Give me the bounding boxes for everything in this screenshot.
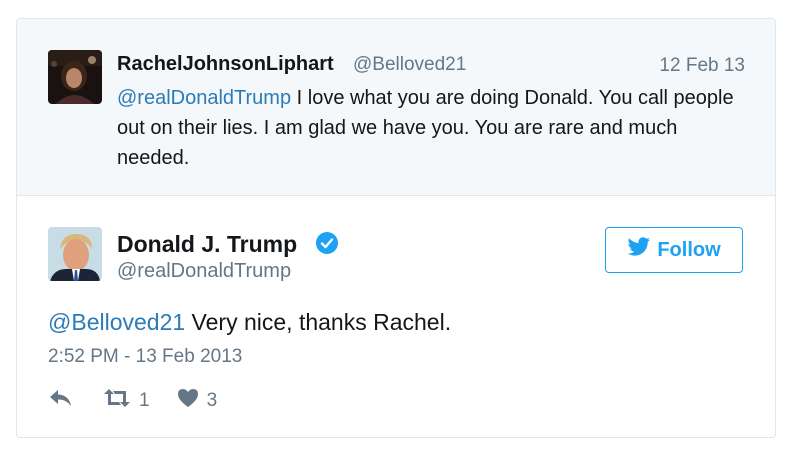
bird-icon (627, 237, 651, 263)
parent-tweet-date[interactable]: 12 Feb 13 (659, 55, 745, 77)
tweet-actions: 1 3 (48, 387, 217, 415)
tweet-timestamp[interactable]: 2:52 PM - 13 Feb 2013 (48, 346, 242, 368)
parent-tweet-text: @realDonaldTrump I love what you are doi… (117, 83, 747, 173)
heart-icon (176, 387, 200, 415)
author-handle[interactable]: @realDonaldTrump (117, 260, 291, 283)
retweet-count: 1 (139, 390, 150, 411)
parent-author-name[interactable]: RachelJohnsonLiphart (117, 53, 334, 76)
tweet-body: Very nice, thanks Rachel. (185, 309, 452, 335)
parent-tweet[interactable]: RachelJohnsonLiphart @Belloved21 12 Feb … (17, 19, 775, 196)
retweet-button[interactable]: 1 (102, 387, 150, 415)
parent-author-handle[interactable]: @Belloved21 (353, 54, 466, 76)
like-button[interactable]: 3 (176, 387, 218, 415)
reply-icon (48, 387, 74, 415)
tweet-text: @Belloved21 Very nice, thanks Rachel. (48, 309, 451, 336)
verified-badge-icon (315, 231, 339, 255)
parent-author-avatar[interactable] (48, 50, 102, 104)
reply-button[interactable] (48, 387, 74, 415)
like-count: 3 (206, 390, 218, 411)
mention-link[interactable]: @Belloved21 (48, 309, 185, 335)
follow-button-label: Follow (657, 238, 721, 261)
retweet-icon (102, 387, 132, 415)
follow-button[interactable]: Follow (605, 227, 743, 273)
author-name[interactable]: Donald J. Trump (117, 231, 297, 258)
author-avatar[interactable] (48, 227, 102, 281)
parent-mention-link[interactable]: @realDonaldTrump (117, 87, 291, 109)
embedded-tweet-card: RachelJohnsonLiphart @Belloved21 12 Feb … (16, 18, 776, 438)
